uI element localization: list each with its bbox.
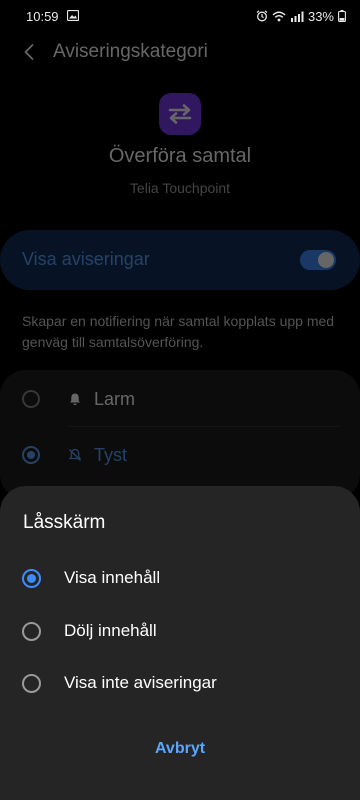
- show-notifications-label: Visa aviseringar: [22, 249, 150, 269]
- app-name: Telia Touchpoint: [129, 180, 231, 196]
- page-title: Aviseringskategori: [53, 41, 208, 62]
- category-name: Överföra samtal: [108, 145, 252, 167]
- lock-screen-dialog: Låsskärm Visa innehåll Dölj innehåll Vis…: [0, 486, 360, 800]
- show-notifications-switch[interactable]: [300, 250, 336, 270]
- show-content-radio[interactable]: [22, 569, 41, 588]
- bell-off-icon: [68, 448, 82, 462]
- bell-icon: [68, 392, 82, 406]
- hide-content-radio[interactable]: [22, 622, 41, 641]
- option-show-content[interactable]: Visa innehåll: [0, 554, 360, 604]
- switch-knob: [318, 252, 334, 268]
- alert-option-label: Larm: [94, 389, 136, 409]
- dialog-title: Låsskärm: [23, 512, 106, 533]
- show-notifications-toggle-row[interactable]: Visa aviseringar: [0, 230, 360, 290]
- back-arrow-icon[interactable]: [20, 42, 40, 62]
- dont-show-notifications-radio[interactable]: [22, 674, 41, 693]
- app-bar: Aviseringskategori: [0, 32, 360, 74]
- show-content-label: Visa innehåll: [64, 568, 161, 587]
- hide-content-label: Dölj innehåll: [64, 621, 157, 640]
- option-hide-content[interactable]: Dölj innehåll: [0, 607, 360, 657]
- cancel-button[interactable]: Avbryt: [130, 734, 230, 764]
- swap-arrows-icon: [159, 93, 201, 135]
- silent-option-label: Tyst: [94, 445, 128, 465]
- option-dont-show-notifications[interactable]: Visa inte aviseringar: [0, 659, 360, 709]
- importance-option-alert[interactable]: Larm: [0, 371, 360, 427]
- alert-radio[interactable]: [22, 390, 40, 408]
- navigation-bar: [0, 782, 360, 800]
- importance-option-silent[interactable]: Tyst: [0, 427, 360, 483]
- importance-options-card: Larm Tyst: [0, 370, 360, 500]
- category-description: Skapar en notifiering när samtal kopplat…: [22, 313, 335, 350]
- dont-show-notifications-label: Visa inte aviseringar: [64, 673, 217, 692]
- silent-radio[interactable]: [22, 446, 40, 464]
